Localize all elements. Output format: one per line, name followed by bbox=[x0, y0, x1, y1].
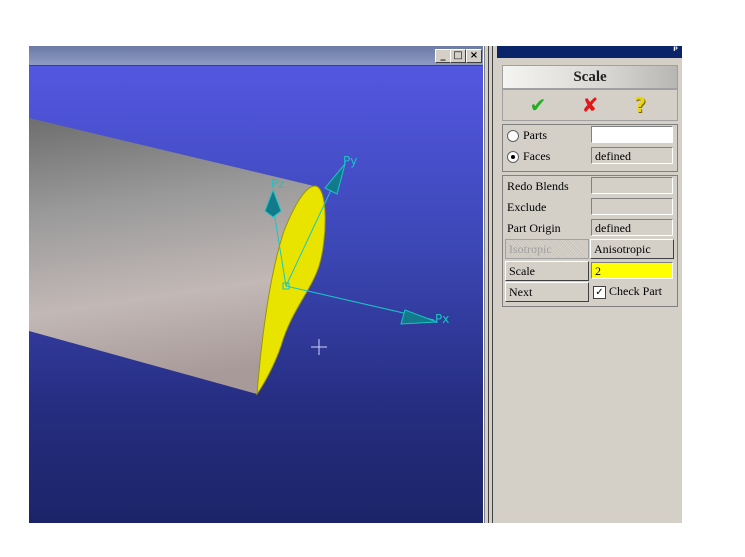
pin-icon[interactable]: ᵖ bbox=[673, 45, 678, 56]
close-button[interactable]: × bbox=[466, 49, 482, 63]
axis-label-pz: Pz bbox=[271, 177, 285, 191]
viewport-titlebar: _ □ × bbox=[29, 46, 483, 66]
maximize-button[interactable]: □ bbox=[450, 49, 466, 63]
exclude-label: Exclude bbox=[507, 200, 547, 214]
x-icon[interactable]: ✘ bbox=[579, 94, 601, 116]
parts-label: Parts bbox=[523, 128, 547, 142]
faces-field[interactable]: defined bbox=[591, 147, 673, 164]
panel-title: Scale bbox=[502, 65, 678, 89]
axis-label-py: Py bbox=[343, 154, 357, 168]
px-arrowhead bbox=[400, 309, 438, 325]
checkmark-icon[interactable]: ✔ bbox=[527, 94, 549, 116]
scene-graphic: Pz Py Px bbox=[29, 118, 449, 396]
minimize-button[interactable]: _ bbox=[435, 49, 451, 63]
redo-blends-field[interactable] bbox=[591, 177, 673, 194]
scale-label: Scale bbox=[505, 261, 589, 281]
target-section: Parts Faces defined bbox=[502, 124, 678, 172]
anisotropic-button[interactable]: Anisotropic bbox=[590, 239, 674, 259]
panel-splitter[interactable] bbox=[484, 46, 497, 523]
scale-input[interactable]: 2 bbox=[591, 262, 673, 279]
check-part-checkbox[interactable]: ✓ bbox=[593, 286, 606, 299]
redo-blends-label: Redo Blends bbox=[507, 179, 569, 193]
faces-label: Faces bbox=[523, 149, 551, 163]
part-origin-label: Part Origin bbox=[507, 221, 561, 235]
exclude-field[interactable] bbox=[591, 198, 673, 215]
panel-frame: Scale ✔ ✘ ? Parts Faces defined Redo Ble… bbox=[501, 64, 678, 370]
faces-radio[interactable] bbox=[507, 151, 519, 163]
help-icon[interactable]: ? bbox=[629, 94, 651, 116]
options-section: Redo Blends Exclude Part Origin defined … bbox=[502, 175, 678, 307]
panel-titlebar: ᵖ bbox=[497, 45, 682, 58]
parts-radio[interactable] bbox=[507, 130, 519, 142]
axis-label-px: Px bbox=[435, 312, 449, 326]
parts-field[interactable] bbox=[591, 126, 673, 143]
isotropic-button[interactable]: Isotropic bbox=[505, 239, 589, 259]
next-button[interactable]: Next bbox=[505, 282, 589, 302]
py-arrowhead bbox=[324, 163, 346, 195]
check-part-label: Check Part bbox=[609, 284, 662, 298]
action-row: ✔ ✘ ? bbox=[502, 89, 678, 121]
3d-viewport[interactable]: Pz Py Px bbox=[29, 66, 483, 523]
part-origin-field[interactable]: defined bbox=[591, 219, 673, 236]
crosshair-cursor-icon bbox=[311, 339, 327, 355]
scale-panel: ᵖ Scale ✔ ✘ ? Parts Faces defined Redo B… bbox=[497, 45, 682, 523]
